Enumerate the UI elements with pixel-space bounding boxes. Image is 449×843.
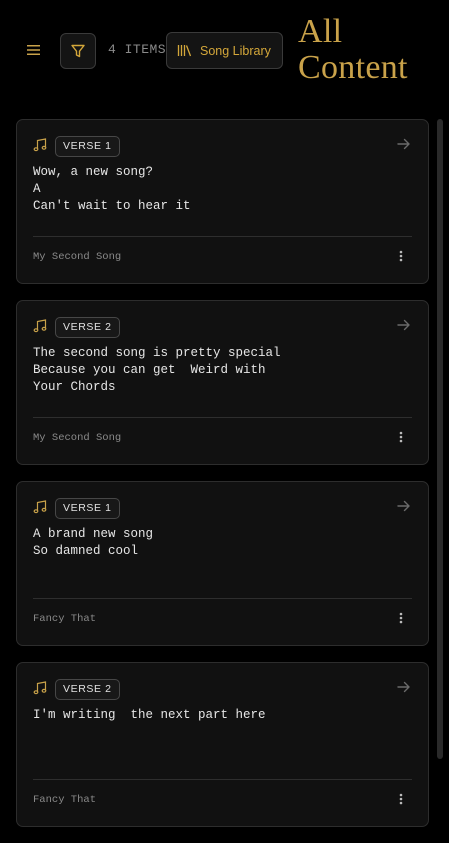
top-bar: 4 ITEMS Song Library All Content	[0, 0, 449, 104]
card-divider	[33, 598, 412, 599]
section-badge: VERSE 2	[55, 679, 120, 700]
music-note-icon	[33, 319, 47, 333]
more-options-icon[interactable]	[394, 247, 408, 265]
arrow-right-icon[interactable]	[395, 136, 413, 152]
content-card[interactable]: VERSE 2 The second song is pretty specia…	[16, 300, 429, 465]
song-library-label: Song Library	[200, 43, 271, 58]
card-divider	[33, 236, 412, 237]
scrollbar[interactable]	[437, 119, 443, 759]
song-title: My Second Song	[33, 432, 122, 444]
lyrics-text: I'm writing the next part here	[33, 708, 266, 722]
music-note-icon	[33, 500, 47, 514]
music-note-icon	[33, 138, 47, 152]
more-options-icon[interactable]	[394, 609, 408, 627]
section-badge: VERSE 2	[55, 317, 120, 338]
lyrics-text: Wow, a new song? A Can't wait to hear it	[33, 165, 191, 213]
song-title: Fancy That	[33, 613, 97, 625]
lyrics-text: The second song is pretty special Becaus…	[33, 346, 281, 394]
arrow-right-icon[interactable]	[395, 679, 413, 695]
card-divider	[33, 779, 412, 780]
arrow-right-icon[interactable]	[395, 317, 413, 333]
arrow-right-icon[interactable]	[395, 498, 413, 514]
content-card[interactable]: VERSE 2 I'm writing the next part here F…	[16, 662, 429, 827]
filter-button[interactable]	[60, 33, 96, 69]
song-library-button[interactable]: Song Library	[166, 32, 283, 69]
card-divider	[33, 417, 412, 418]
items-count: 4 ITEMS	[108, 42, 167, 57]
page-title: All Content	[298, 13, 408, 86]
filter-funnel-icon	[71, 44, 85, 58]
song-title: Fancy That	[33, 794, 97, 806]
more-options-icon[interactable]	[394, 428, 408, 446]
section-badge: VERSE 1	[55, 498, 120, 519]
hamburger-menu-icon[interactable]	[22, 38, 46, 62]
content-card[interactable]: VERSE 1 A brand new song So damned cool …	[16, 481, 429, 646]
content-card[interactable]: VERSE 1 Wow, a new song? A Can't wait to…	[16, 119, 429, 284]
music-note-icon	[33, 681, 47, 695]
more-options-icon[interactable]	[394, 790, 408, 808]
lyrics-text: A brand new song So damned cool	[33, 527, 154, 558]
song-title: My Second Song	[33, 251, 122, 263]
library-books-icon	[177, 45, 192, 57]
section-badge: VERSE 1	[55, 136, 120, 157]
